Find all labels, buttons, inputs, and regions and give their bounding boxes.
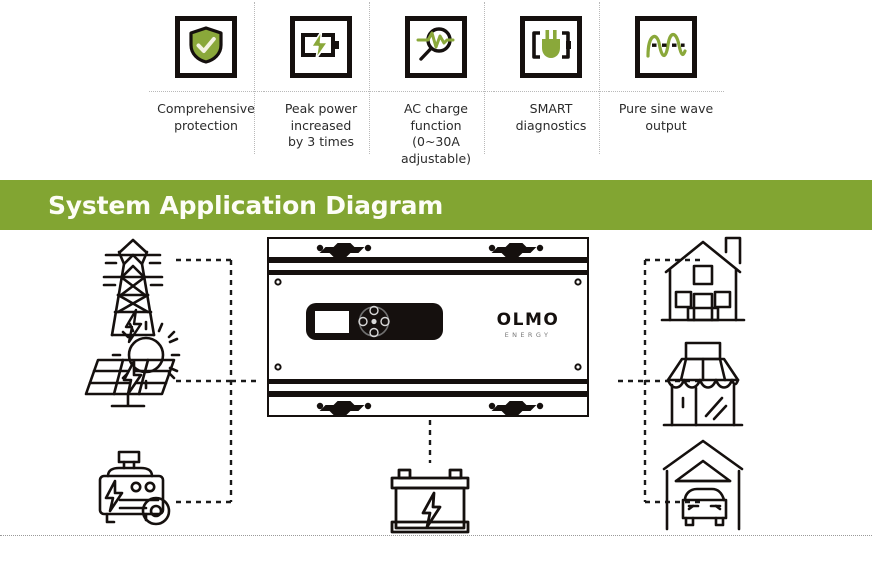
sine-wave-icon — [645, 28, 687, 67]
brand-subtitle: ENERGY — [505, 331, 552, 339]
feature-icon-box — [520, 16, 582, 78]
feature-icon-box — [290, 16, 352, 78]
feature-item-ac-charge: AC charge function (0~30A adjustable) — [368, 0, 494, 167]
brand-logo: OLMO ENERGY — [497, 310, 560, 339]
section-banner: System Application Diagram — [0, 180, 872, 230]
promo-page: Comprehensive protection Peak power incr… — [0, 0, 872, 581]
feature-divider — [608, 91, 724, 92]
lcd-display — [315, 311, 349, 333]
feature-divider — [263, 91, 379, 92]
feature-item-smart-diagnostics: SMART diagnostics — [483, 0, 609, 154]
feature-item-comprehensive-protection: Comprehensive protection — [148, 0, 264, 134]
feature-divider — [493, 91, 609, 92]
feature-icon-box — [405, 16, 467, 78]
battery-icon — [390, 468, 470, 534]
generator-icon — [98, 450, 171, 526]
feature-divider — [148, 91, 264, 92]
feature-item-pure-sine-wave: Pure sine wave output — [598, 0, 724, 154]
battery-bolt-icon — [301, 29, 341, 65]
connector-left — [176, 258, 258, 504]
feature-label: Pure sine wave output — [618, 101, 714, 133]
feature-label: Comprehensive protection — [157, 101, 255, 133]
shop-icon — [662, 341, 744, 427]
magnifier-wave-icon — [416, 26, 456, 69]
feature-divider — [378, 91, 494, 92]
brand-name: OLMO — [497, 310, 560, 330]
feature-item-peak-power: Peak power increased by 3 times — [253, 0, 379, 154]
house-icon — [660, 236, 746, 322]
plug-socket-icon — [530, 29, 572, 66]
feature-icon-box — [635, 16, 697, 78]
feature-strip: Comprehensive protection Peak power incr… — [0, 0, 872, 178]
page-title: System Application Diagram — [48, 190, 444, 220]
bottom-divider — [0, 535, 872, 536]
feature-label: AC charge function (0~30A adjustable) — [400, 101, 472, 166]
inverter-unit: OLMO ENERGY — [267, 237, 589, 417]
feature-icon-box — [175, 16, 237, 78]
feature-label: SMART diagnostics — [515, 101, 587, 133]
power-grid-tower-icon — [102, 238, 164, 344]
shield-check-icon — [188, 25, 224, 69]
system-application-diagram: OLMO ENERGY — [0, 230, 872, 581]
feature-label: Peak power increased by 3 times — [284, 101, 358, 149]
garage-car-icon — [662, 439, 744, 531]
